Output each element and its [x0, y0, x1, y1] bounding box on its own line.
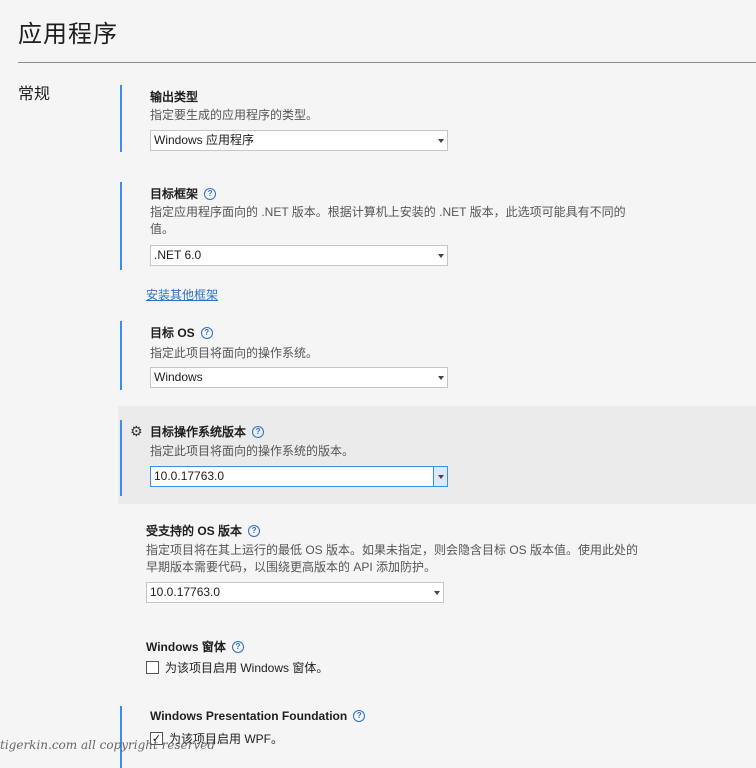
- target-os-version-heading: 目标操作系统版本 ?: [150, 423, 265, 440]
- target-framework-label: 目标框架: [150, 187, 199, 201]
- windows-forms-checkbox-label: 为该项目启用 Windows 窗体。: [165, 661, 329, 675]
- target-os-group: 目标 OS ? 指定此项目将面向的操作系统。 Windows: [120, 321, 756, 390]
- target-os-version-select[interactable]: 10.0.17763.0: [150, 466, 448, 487]
- help-icon[interactable]: ?: [231, 640, 244, 653]
- gear-icon[interactable]: ⚙: [130, 424, 143, 438]
- target-os-version-value: 10.0.17763.0: [154, 469, 225, 483]
- target-os-version-description: 指定此项目将面向的操作系统的版本。: [150, 444, 355, 458]
- output-type-value: Windows 应用程序: [154, 133, 255, 147]
- watermark: tigerkin.com all copyright reserved: [0, 738, 216, 752]
- chevron-down-icon: [438, 376, 444, 380]
- chevron-down-icon: [438, 139, 444, 143]
- chevron-down-icon: [438, 254, 444, 258]
- target-os-heading: 目标 OS ?: [150, 324, 213, 341]
- supported-os-version-description: 指定项目将在其上运行的最低 OS 版本。如果未指定，则会隐含目标 OS 版本值。…: [146, 543, 639, 574]
- supported-os-version-heading: 受支持的 OS 版本 ?: [146, 522, 261, 539]
- target-os-select[interactable]: Windows: [150, 367, 448, 388]
- target-os-version-group: ⚙ 目标操作系统版本 ? 指定此项目将面向的操作系统的版本。 10.0.1776…: [118, 406, 756, 504]
- wpf-group: Windows Presentation Foundation ? ✓ 为该项目…: [120, 706, 756, 768]
- page-title: 应用程序: [18, 21, 118, 48]
- chevron-down-icon: [434, 591, 440, 595]
- target-framework-value: .NET 6.0: [154, 248, 202, 262]
- help-icon[interactable]: ?: [248, 524, 261, 537]
- target-os-description: 指定此项目将面向的操作系统。: [150, 346, 319, 360]
- supported-os-version-label: 受支持的 OS 版本: [146, 524, 243, 538]
- chevron-down-icon: [438, 475, 444, 479]
- supported-os-version-select[interactable]: 10.0.17763.0: [146, 582, 444, 603]
- wpf-heading: Windows Presentation Foundation ?: [150, 709, 366, 723]
- windows-forms-group: Windows 窗体 ? 为该项目启用 Windows 窗体。: [116, 635, 752, 680]
- help-icon[interactable]: ?: [353, 710, 366, 722]
- windows-forms-label: Windows 窗体: [146, 640, 226, 654]
- output-type-select[interactable]: Windows 应用程序: [150, 130, 448, 151]
- help-icon[interactable]: ?: [204, 187, 217, 200]
- target-framework-select[interactable]: .NET 6.0: [150, 245, 448, 266]
- target-framework-heading: 目标框架 ?: [150, 185, 217, 202]
- target-os-version-accent-bar: [120, 420, 122, 496]
- output-type-label: 输出类型: [150, 90, 199, 104]
- supported-os-version-group: 受支持的 OS 版本 ? 指定项目将在其上运行的最低 OS 版本。如果未指定，则…: [116, 519, 752, 609]
- supported-os-version-value: 10.0.17763.0: [150, 585, 221, 599]
- output-type-description: 指定要生成的应用程序的类型。: [150, 108, 319, 122]
- install-other-frameworks-link[interactable]: 安装其他框架: [146, 286, 218, 303]
- target-os-value: Windows: [154, 370, 203, 384]
- help-icon[interactable]: ?: [200, 326, 213, 339]
- target-framework-description: 指定应用程序面向的 .NET 版本。根据计算机上安装的 .NET 版本，此选项可…: [150, 205, 626, 236]
- dropdown-button[interactable]: [433, 467, 447, 486]
- title-divider: [18, 62, 756, 63]
- target-os-label: 目标 OS: [150, 326, 195, 340]
- windows-forms-checkbox[interactable]: [146, 661, 159, 674]
- section-label-general: 常规: [18, 86, 51, 103]
- windows-forms-heading: Windows 窗体 ?: [146, 638, 244, 655]
- windows-forms-checkbox-row[interactable]: 为该项目启用 Windows 窗体。: [146, 659, 328, 676]
- target-os-version-label: 目标操作系统版本: [150, 425, 247, 439]
- output-type-heading: 输出类型: [150, 88, 198, 105]
- output-type-group: 输出类型 指定要生成的应用程序的类型。 Windows 应用程序: [120, 85, 756, 152]
- help-icon[interactable]: ?: [252, 425, 265, 438]
- target-framework-group: 目标框架 ? 指定应用程序面向的 .NET 版本。根据计算机上安装的 .NET …: [120, 182, 756, 270]
- wpf-label: Windows Presentation Foundation: [150, 709, 348, 723]
